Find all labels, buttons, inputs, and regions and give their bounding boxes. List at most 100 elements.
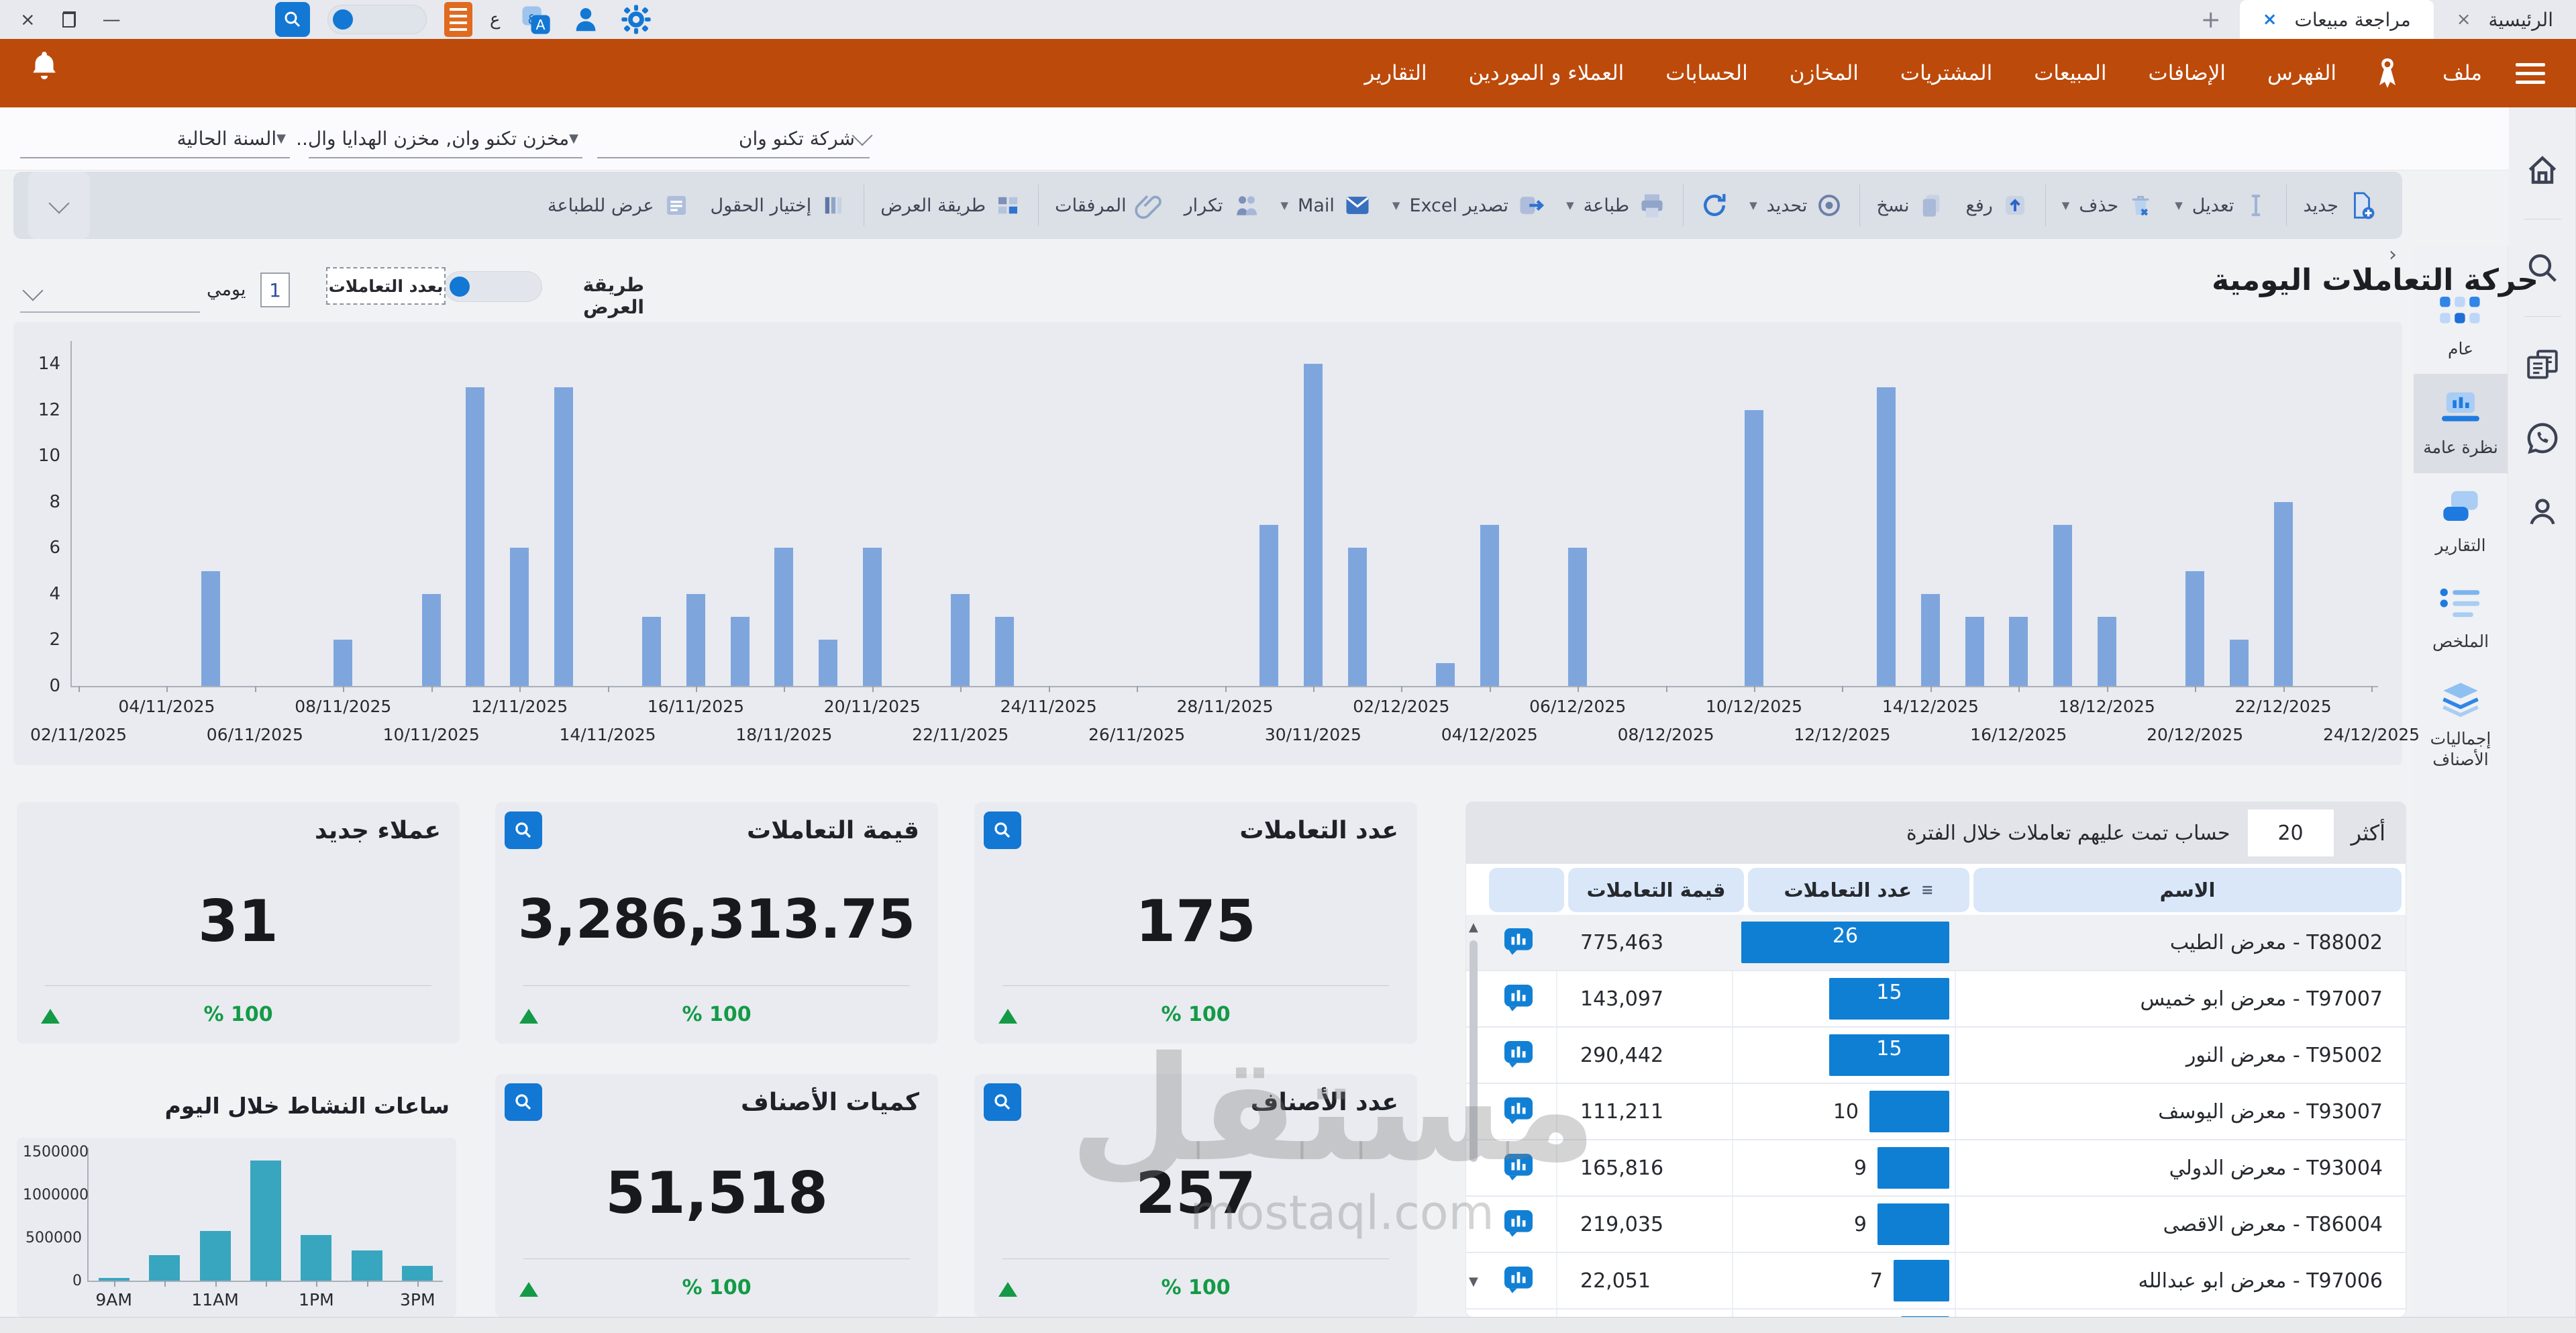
table-row[interactable]: T97007 - معرض ابو خميس15143,097 [1466,971,2406,1028]
toolbar-button-Mail[interactable]: Mail▼ [1271,181,1382,230]
new-tab-button[interactable]: + [2182,0,2240,39]
chart-bar[interactable] [1480,525,1499,686]
row-chart-button[interactable] [1481,1310,1556,1317]
table-scrollbar[interactable]: ▲ ▼ [1467,920,1481,1296]
translate-icon[interactable]: عA [518,2,553,37]
scroll-up-icon[interactable]: ▲ [1469,920,1478,934]
pages-icon[interactable] [2522,346,2563,384]
row-chart-button[interactable] [1481,915,1556,970]
menu-item-7[interactable]: العملاء و الموردين [1469,61,1625,85]
toolbar-button-طريقة-العرض[interactable]: طريقة العرض [870,181,1032,230]
chart-bar[interactable] [466,387,484,686]
expand-chevron-icon[interactable]: › [2389,243,2397,266]
interval-value-input[interactable]: 1 [260,273,290,307]
chart-bar[interactable] [774,548,793,686]
table-row[interactable]: T88002 - معرض الطيب26775,463 [1466,915,2406,971]
notification-bell-icon[interactable] [25,47,63,85]
caret-down-icon[interactable]: ▼ [1281,199,1289,211]
scroll-down-icon[interactable]: ▼ [1469,1275,1478,1289]
caret-down-icon[interactable]: ▼ [1566,199,1574,211]
tab-close-icon[interactable]: × [2457,9,2471,30]
chart-bar[interactable] [333,640,352,686]
chart-bar[interactable] [863,548,882,686]
caret-down-icon[interactable]: ▼ [1392,199,1400,211]
chart-bar[interactable] [1965,617,1984,686]
minimize-window-icon[interactable]: — [103,11,121,29]
chart-bar[interactable] [1745,410,1763,686]
menu-item-0[interactable]: ملف [2442,61,2482,85]
toolbar-collapse-button[interactable] [28,172,90,239]
chart-bar[interactable] [1348,548,1367,686]
chart-bar[interactable] [2230,640,2249,686]
toolbar-button-حذف[interactable]: حذف▼ [2052,181,2165,230]
more-count-input[interactable]: 20 [2248,809,2334,856]
toolbar-button-المرفقات[interactable]: المرفقات [1045,181,1174,230]
chart-bar[interactable] [422,594,441,686]
menu-item-6[interactable]: الحسابات [1665,61,1747,85]
menu-item-5[interactable]: المخازن [1790,61,1859,85]
menu-item-2[interactable]: الإضافات [2149,61,2226,85]
chart-bar[interactable] [995,617,1014,686]
column-header-value[interactable]: قيمة التعاملات [1568,868,1744,912]
chart-bar[interactable] [352,1250,382,1281]
tab-sales-review[interactable]: مراجعة مبيعات × [2240,0,2434,39]
chart-bar[interactable] [510,548,529,686]
chart-bar[interactable] [2009,617,2028,686]
table-row[interactable]: T96015 - معرض ابو فرح650,004 [1466,1310,2406,1317]
tab-home[interactable]: الرئيسية × [2434,0,2576,39]
toolbar-button-تكرار[interactable]: تكرار [1174,181,1271,230]
sidebar-item-3[interactable]: الملخص [2414,571,2508,666]
toolbar-button-طباعة[interactable]: طباعة▼ [1556,181,1677,230]
theme-toggle[interactable] [327,5,427,34]
chart-bar[interactable] [250,1161,281,1281]
user-icon[interactable] [570,4,601,35]
table-row[interactable]: T97006 - معرض ابو عبدالله722,051 [1466,1253,2406,1310]
caret-down-icon[interactable]: ▼ [2062,199,2070,211]
table-row[interactable]: T93007 - معرض اليوسف10111,211 [1466,1084,2406,1140]
warehouse-select[interactable]: ▼ مخزن تكنو وان, مخزن الهدايا وال.. [309,119,582,158]
user-icon[interactable] [2524,493,2561,530]
chart-bar[interactable] [201,571,220,686]
chart-bar[interactable] [1877,387,1896,686]
toolbar-button-تصدير-Excel[interactable]: تصدير Excel▼ [1382,181,1556,230]
toolbar-button-رفع[interactable]: رفع [1955,181,2039,230]
chart-bar[interactable] [642,617,661,686]
toolbar-button-نسخ[interactable]: نسخ [1866,181,1955,230]
year-select[interactable]: ▼ السنة الحالية [20,119,290,158]
chart-bar[interactable] [819,640,837,686]
chart-bar[interactable] [731,617,750,686]
chart-bar[interactable] [149,1255,180,1281]
row-chart-button[interactable] [1481,971,1556,1026]
caret-down-icon[interactable]: ▼ [2175,199,2183,211]
kpi-search-icon[interactable] [984,1083,1021,1121]
chart-bar[interactable] [301,1235,331,1281]
company-select[interactable]: شركة تكنو وان [597,119,870,158]
toolbar-button-عرض-للطباعة[interactable]: عرض للطباعة [537,181,701,230]
interval-combo[interactable] [20,278,200,313]
caret-down-icon[interactable]: ▼ [1749,199,1757,211]
task-list-icon[interactable] [444,2,472,37]
table-row[interactable]: T93004 - معرض الدولي9165,816 [1466,1140,2406,1197]
toolbar-button-refresh[interactable] [1690,181,1739,230]
scrollbar-thumb[interactable] [1470,940,1478,1162]
whatsapp-icon[interactable] [2523,419,2562,458]
chart-bar[interactable] [402,1266,433,1281]
table-row[interactable]: T86004 - معرض الاقصى9219,035 [1466,1197,2406,1253]
chart-bar[interactable] [2098,617,2116,686]
chart-bar[interactable] [1921,594,1940,686]
menu-item-8[interactable]: التقارير [1364,61,1427,85]
home-icon[interactable] [2524,152,2561,189]
restore-window-icon[interactable] [62,11,76,28]
toolbar-button-تحديد[interactable]: تحديد▼ [1739,181,1853,230]
row-chart-button[interactable] [1481,1253,1556,1308]
search-icon[interactable] [275,2,310,37]
chart-bar[interactable] [1436,663,1455,686]
column-header-count[interactable]: ≡ عدد التعاملات [1748,868,1969,912]
menu-item-4[interactable]: المشتريات [1900,61,1992,85]
kpi-search-icon[interactable] [505,1083,542,1121]
hamburger-menu-icon[interactable] [2516,58,2545,89]
toolbar-button-جديد[interactable]: جديد [2293,181,2387,230]
chart-bar[interactable] [1259,525,1278,686]
close-window-icon[interactable]: × [20,11,36,29]
menu-item-1[interactable]: الفهرس [2267,61,2336,85]
